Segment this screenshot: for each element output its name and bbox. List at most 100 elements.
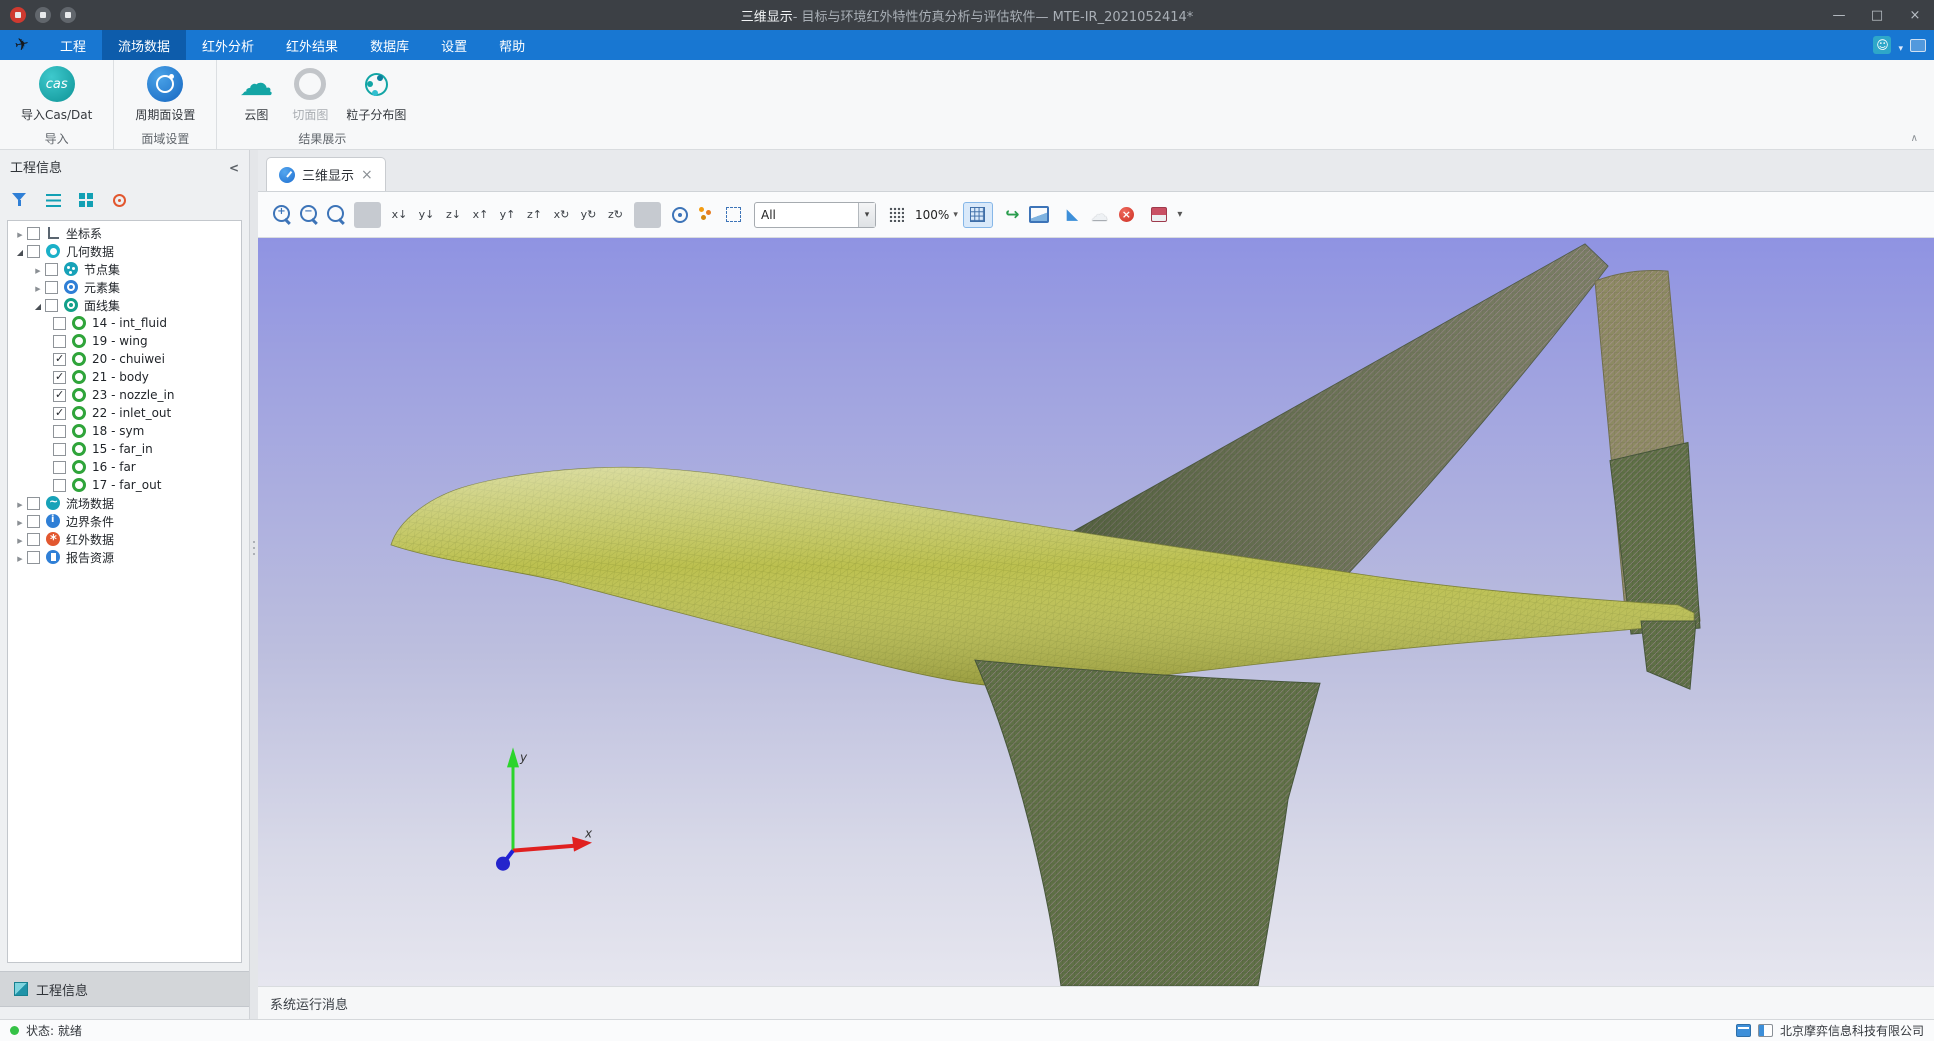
tree-item[interactable]: 面线集 [8,296,241,314]
fit-view-icon[interactable] [322,202,349,228]
collapse-panel-icon[interactable] [229,157,239,176]
menu-item[interactable]: 流场数据 [102,30,186,60]
record-icon[interactable] [10,7,26,23]
ribbon-button[interactable]: 粒子分布图 [339,65,413,130]
tree-item[interactable]: 节点集 [8,260,241,278]
tree-item[interactable]: 21 - body [8,368,241,386]
zoom-out-icon[interactable] [295,202,322,228]
visibility-checkbox[interactable] [53,335,66,348]
tree-item[interactable]: 16 - far [8,458,241,476]
visibility-checkbox[interactable] [53,389,66,402]
app-quick-icon[interactable] [35,7,51,23]
menu-item[interactable]: 帮助 [483,30,541,60]
menu-item[interactable]: 数据库 [354,30,425,60]
visibility-checkbox[interactable] [27,551,40,564]
tree-item[interactable]: 报告资源 [8,548,241,566]
snapshot-icon[interactable] [1026,202,1053,228]
visibility-checkbox[interactable] [53,371,66,384]
visibility-checkbox[interactable] [45,263,58,276]
expand-arrow-icon[interactable] [13,514,27,528]
cloud-display-icon[interactable] [1086,202,1113,228]
delete-icon[interactable] [1113,202,1140,228]
expand-arrow-icon[interactable] [31,280,45,294]
menu-item[interactable]: 设置 [425,30,483,60]
tree-item[interactable]: 15 - far_in [8,440,241,458]
ribbon-button[interactable]: 切面图 [285,65,335,130]
visibility-checkbox[interactable] [53,479,66,492]
rotate-x-icon[interactable] [548,202,575,228]
rotate-z-icon[interactable] [602,202,629,228]
visibility-checkbox[interactable] [53,443,66,456]
tree-item[interactable]: 22 - inlet_out [8,404,241,422]
panel-splitter[interactable] [250,150,258,1019]
tree-item[interactable]: 边界条件 [8,512,241,530]
view-y-pos-icon[interactable] [494,202,521,228]
menu-item[interactable]: 红外分析 [186,30,270,60]
visibility-checkbox[interactable] [27,245,40,258]
particle-select-icon[interactable] [693,202,720,228]
visibility-checkbox[interactable] [27,227,40,240]
visibility-checkbox[interactable] [53,461,66,474]
visibility-checkbox[interactable] [27,497,40,510]
view-x-pos-icon[interactable] [467,202,494,228]
ribbon-button[interactable]: 周期面设置 [128,65,202,130]
visibility-checkbox[interactable] [27,533,40,546]
visibility-checkbox[interactable] [45,281,58,294]
visibility-checkbox[interactable] [27,515,40,528]
ribbon-button[interactable]: cas 导入Cas/Dat [14,65,99,130]
chevron-down-icon[interactable] [1898,36,1903,55]
export-icon[interactable] [1146,202,1173,228]
tree-item[interactable]: 20 - chuiwei [8,350,241,368]
tree-item[interactable]: 红外数据 [8,530,241,548]
user-icon[interactable] [1873,36,1891,54]
filter-icon[interactable] [12,193,28,207]
project-info-bottom-tab[interactable]: 工程信息 [0,971,249,1007]
ribbon-button[interactable]: 云图 [231,65,281,130]
view-z-pos-icon[interactable] [521,202,548,228]
view-y-neg-icon[interactable] [413,202,440,228]
maximize-button[interactable]: □ [1858,0,1896,30]
grid-toggle-button[interactable] [963,202,993,228]
visibility-checkbox[interactable] [53,425,66,438]
minimize-button[interactable]: — [1820,0,1858,30]
close-tab-icon[interactable] [361,167,373,183]
visibility-checkbox[interactable] [53,353,66,366]
tree-item[interactable]: 19 - wing [8,332,241,350]
mirror-icon[interactable] [1059,202,1086,228]
tree-item[interactable]: 元素集 [8,278,241,296]
view-x-neg-icon[interactable] [386,202,413,228]
zoom-percent-dropdown[interactable]: 100% [910,202,963,228]
layout-blue-icon[interactable] [1736,1024,1751,1037]
theme-window-icon[interactable] [1910,39,1926,52]
target-icon[interactable] [112,193,127,208]
ribbon-collapse-icon[interactable] [1911,126,1918,145]
visibility-checkbox[interactable] [45,299,58,312]
rotate-y-icon[interactable] [575,202,602,228]
shade-pattern-icon[interactable] [883,202,910,228]
grid-view-icon[interactable] [79,193,94,208]
tree-item[interactable]: 23 - nozzle_in [8,386,241,404]
expand-arrow-icon[interactable] [31,298,45,312]
visibility-checkbox[interactable] [53,317,66,330]
tree-item[interactable]: 坐标系 [8,224,241,242]
entity-filter-select[interactable]: All [754,202,876,228]
tree-item[interactable]: 17 - far_out [8,476,241,494]
chevron-down-icon[interactable] [1173,202,1187,228]
expand-arrow-icon[interactable] [13,244,27,258]
zoom-in-icon[interactable] [268,202,295,228]
tree-item[interactable]: 几何数据 [8,242,241,260]
expand-arrow-icon[interactable] [13,532,27,546]
close-button[interactable]: × [1896,0,1934,30]
tree-item[interactable]: 14 - int_fluid [8,314,241,332]
tab-3d-view[interactable]: 三维显示 [266,157,386,191]
box-select-icon[interactable] [720,202,747,228]
visibility-checkbox[interactable] [53,407,66,420]
expand-arrow-icon[interactable] [13,226,27,240]
capture-quick-icon[interactable] [60,7,76,23]
locate-icon[interactable] [666,202,693,228]
layout-split-icon[interactable] [1758,1024,1773,1037]
list-icon[interactable] [46,194,61,207]
expand-arrow-icon[interactable] [31,262,45,276]
view-z-neg-icon[interactable] [440,202,467,228]
menu-item[interactable]: 红外结果 [270,30,354,60]
